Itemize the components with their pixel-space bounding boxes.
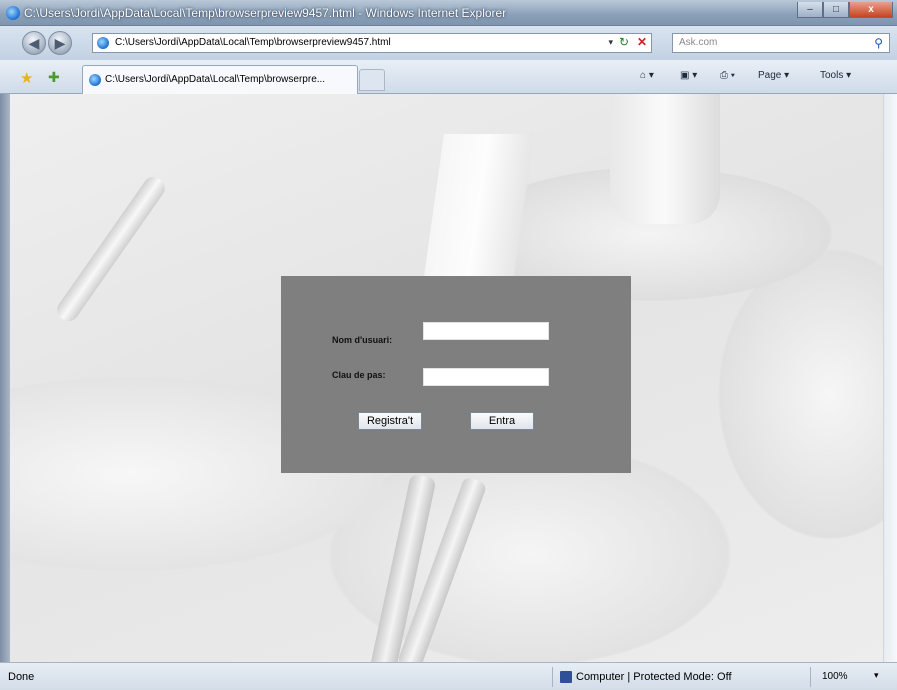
refresh-icon[interactable]: ↻ [619,35,629,49]
minimize-button[interactable]: – [797,2,823,18]
home-icon[interactable]: ⌂ ▾ [640,70,654,81]
security-zone[interactable]: Computer | Protected Mode: Off [576,671,732,683]
back-button[interactable]: ◀ [22,31,46,55]
feeds-icon[interactable]: ▣ ▾ [680,70,697,81]
window-controls: – □ x [797,2,893,18]
tab-current[interactable]: C:\Users\Jordi\AppData\Local\Temp\browse… [82,65,358,94]
close-button[interactable]: x [849,2,893,18]
forward-button[interactable]: ▶ [48,31,72,55]
register-button[interactable]: Registra't [358,412,422,430]
status-text: Done [8,671,35,683]
address-url[interactable]: C:\Users\Jordi\AppData\Local\Temp\browse… [115,37,391,48]
address-dropdown-icon[interactable]: ▾ [608,37,613,48]
ie-logo-icon [6,6,20,20]
page-menu[interactable]: Page ▾ [758,70,789,81]
zoom-level[interactable]: 100% [822,671,848,682]
login-panel: Nom d'usuari: Clau de pas: Registra't En… [281,276,631,473]
forward-arrow-icon: ▶ [54,35,66,51]
status-divider [552,667,553,687]
username-label: Nom d'usuari: [332,335,393,345]
tab-label: C:\Users\Jordi\AppData\Local\Temp\browse… [105,74,326,85]
status-bar: Done Computer | Protected Mode: Off 100%… [0,662,897,690]
tab-page-icon [89,74,101,86]
window-title: C:\Users\Jordi\AppData\Local\Temp\browse… [24,6,507,20]
status-divider-2 [810,667,811,687]
print-icon[interactable]: ⎙ ▾ [720,70,735,81]
maximize-button[interactable]: □ [823,2,849,18]
window-frame-left [0,94,10,662]
enter-button[interactable]: Entra [470,412,534,430]
search-icon[interactable]: ⚲ [874,36,883,50]
new-tab-button[interactable] [359,69,385,91]
tools-menu[interactable]: Tools ▾ [820,70,851,81]
address-toolbar: ◀ ▶ C:\Users\Jordi\AppData\Local\Temp\br… [0,26,897,60]
password-input[interactable] [423,368,549,386]
page-content: Nom d'usuari: Clau de pas: Registra't En… [10,94,883,662]
back-arrow-icon: ◀ [28,35,40,51]
title-bar: C:\Users\Jordi\AppData\Local\Temp\browse… [0,0,897,26]
password-label: Clau de pas: [332,370,386,380]
computer-zone-icon [560,671,572,683]
stop-icon[interactable]: ✕ [637,35,647,49]
username-input[interactable] [423,322,549,340]
background-cup [610,94,720,224]
search-box[interactable]: Ask.com ⚲ [672,33,890,53]
tab-bar: ★ ✚ C:\Users\Jordi\AppData\Local\Temp\br… [0,60,897,94]
add-favorites-icon[interactable]: ✚ [48,69,60,86]
favorites-star-icon[interactable]: ★ [20,69,33,87]
search-placeholder[interactable]: Ask.com [679,37,717,48]
zoom-dropdown-icon[interactable]: ▾ [874,670,879,681]
address-field[interactable]: C:\Users\Jordi\AppData\Local\Temp\browse… [92,33,652,53]
vertical-scrollbar[interactable] [883,94,897,662]
page-icon [97,37,109,49]
